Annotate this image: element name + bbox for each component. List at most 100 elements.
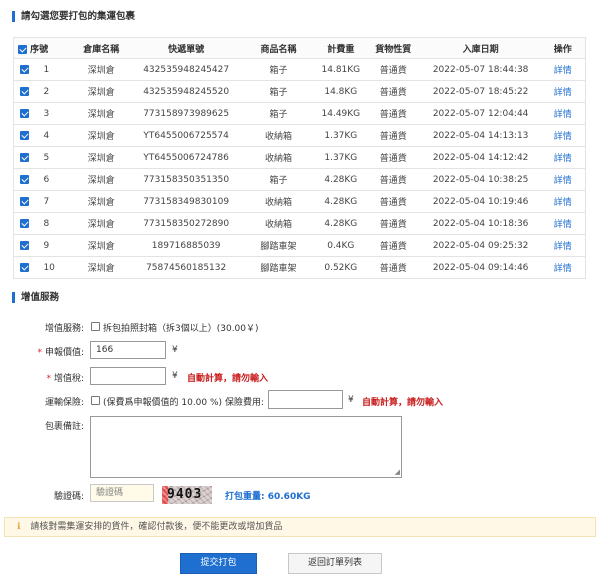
row-seq: 7 xyxy=(43,190,72,213)
section-title-value-added: 增值服務 xyxy=(12,292,59,303)
row-nature: 普通貨 xyxy=(365,58,421,81)
captcha-image[interactable]: 9403 xyxy=(162,486,212,504)
row-date: 2022-05-04 14:12:42 xyxy=(420,146,541,169)
header-nature: 貨物性質 xyxy=(365,37,421,59)
declared-value-label: * 申報價值: xyxy=(37,348,84,358)
row-detail-link[interactable]: 詳情 xyxy=(554,176,572,186)
row-detail-link[interactable]: 詳情 xyxy=(554,154,572,164)
row-detail-link[interactable]: 詳情 xyxy=(554,132,572,142)
back-to-orders-button[interactable]: 返回訂單列表 xyxy=(288,553,382,574)
row-product: 收納箱 xyxy=(241,212,316,235)
submit-pack-button[interactable]: 提交打包 xyxy=(180,553,257,574)
header-tracking: 快遞單號 xyxy=(131,37,242,59)
service-label: 增值服務: xyxy=(44,324,84,334)
tax-label: * 增值稅: xyxy=(46,374,84,384)
parcel-table: 序號 倉庫名稱 快遞單號 商品名稱 計費重 貨物性質 入庫日期 操作 1 深圳倉… xyxy=(13,37,586,279)
header-weight: 計費重 xyxy=(315,37,366,59)
row-seq: 1 xyxy=(43,58,72,81)
row-date: 2022-05-04 10:18:36 xyxy=(420,212,541,235)
row-seq: 6 xyxy=(43,168,72,191)
row-date: 2022-05-04 10:38:25 xyxy=(420,168,541,191)
insurance-fee-label: 保險費用: xyxy=(225,398,265,408)
row-nature: 普通貨 xyxy=(365,234,421,257)
row-product: 收納箱 xyxy=(241,190,316,213)
row-detail-link[interactable]: 詳情 xyxy=(554,110,572,120)
row-tracking: YT6455006725574 xyxy=(131,124,242,147)
row-detail-link[interactable]: 詳情 xyxy=(554,242,572,252)
pack-weight: 打包重量: 60.60KG xyxy=(225,492,311,502)
table-row: 9 深圳倉 189716885039 腳踏車架 0.4KG 普通貨 2022-0… xyxy=(13,234,586,257)
tax-input[interactable] xyxy=(90,367,166,385)
row-seq: 9 xyxy=(43,234,72,257)
row-detail-link[interactable]: 詳情 xyxy=(554,220,572,230)
resize-handle-icon[interactable]: ◢ xyxy=(395,469,400,476)
row-checkbox[interactable] xyxy=(20,240,29,250)
row-tracking: 773158350272890 xyxy=(131,212,242,235)
row-warehouse: 深圳倉 xyxy=(71,168,132,191)
row-detail-link[interactable]: 詳情 xyxy=(554,264,572,274)
row-tracking: 773158349830109 xyxy=(131,190,242,213)
row-checkbox[interactable] xyxy=(20,218,29,228)
row-checkbox[interactable] xyxy=(20,64,29,74)
insurance-checkbox[interactable] xyxy=(91,396,100,405)
row-tracking: 773158973989625 xyxy=(131,102,242,125)
remark-textarea[interactable]: ◢ xyxy=(90,416,402,478)
remark-label: 包裹備註: xyxy=(44,422,84,432)
row-warehouse: 深圳倉 xyxy=(71,234,132,257)
row-detail-link[interactable]: 詳情 xyxy=(554,88,572,98)
row-warehouse: 深圳倉 xyxy=(71,146,132,169)
table-row: 4 深圳倉 YT6455006725574 收納箱 1.37KG 普通貨 202… xyxy=(13,124,586,147)
row-checkbox[interactable] xyxy=(20,108,29,118)
row-seq: 8 xyxy=(43,212,72,235)
row-tracking: 432535948245520 xyxy=(131,80,242,103)
row-tracking: 773158350351350 xyxy=(131,168,242,191)
select-all-checkbox[interactable] xyxy=(18,44,27,54)
row-nature: 普通貨 xyxy=(365,212,421,235)
row-weight: 14.8KG xyxy=(315,80,366,103)
service-option-text: 拆包拍照封箱（拆3個以上）(30.00￥) xyxy=(103,324,259,334)
row-checkbox[interactable] xyxy=(20,152,29,162)
row-nature: 普通貨 xyxy=(365,102,421,125)
table-row: 2 深圳倉 432535948245520 箱子 14.8KG 普通貨 2022… xyxy=(13,80,586,103)
table-row: 1 深圳倉 432535948245427 箱子 14.81KG 普通貨 202… xyxy=(13,58,586,81)
row-checkbox[interactable] xyxy=(20,86,29,96)
row-weight: 4.28KG xyxy=(315,190,366,213)
info-icon: ℹ xyxy=(17,522,21,532)
tax-currency: ¥ xyxy=(172,371,178,381)
row-nature: 普通貨 xyxy=(365,190,421,213)
row-detail-link[interactable]: 詳情 xyxy=(554,198,572,208)
row-warehouse: 深圳倉 xyxy=(71,256,132,279)
header-warehouse: 倉庫名稱 xyxy=(71,37,132,59)
table-row: 7 深圳倉 773158349830109 收納箱 4.28KG 普通貨 202… xyxy=(13,190,586,213)
section-title-parcels: 請勾選您要打包的集運包裹 xyxy=(12,11,135,22)
insurance-fee-input[interactable] xyxy=(268,390,343,409)
row-checkbox[interactable] xyxy=(20,130,29,140)
table-row: 3 深圳倉 773158973989625 箱子 14.49KG 普通貨 202… xyxy=(13,102,586,125)
row-detail-link[interactable]: 詳情 xyxy=(554,66,572,76)
row-date: 2022-05-04 14:13:13 xyxy=(420,124,541,147)
captcha-input[interactable]: 驗證碼 xyxy=(90,484,154,502)
row-nature: 普通貨 xyxy=(365,124,421,147)
row-date: 2022-05-04 10:19:46 xyxy=(420,190,541,213)
header-product: 商品名稱 xyxy=(241,37,316,59)
row-warehouse: 深圳倉 xyxy=(71,190,132,213)
table-header-row: 序號 倉庫名稱 快遞單號 商品名稱 計費重 貨物性質 入庫日期 操作 xyxy=(13,37,586,59)
row-product: 收納箱 xyxy=(241,124,316,147)
header-action: 操作 xyxy=(540,37,586,59)
tax-auto-calc-note: 自動計算，請勿輸入 xyxy=(187,374,269,384)
row-product: 箱子 xyxy=(241,168,316,191)
declared-value-input[interactable]: 166 xyxy=(90,341,166,359)
table-row: 8 深圳倉 773158350272890 收納箱 4.28KG 普通貨 202… xyxy=(13,212,586,235)
row-seq: 3 xyxy=(43,102,72,125)
row-checkbox[interactable] xyxy=(20,262,29,272)
row-product: 箱子 xyxy=(241,80,316,103)
notice-text: 請核對需集運安排的貨件，確認付款後，便不能更改或增加貨品 xyxy=(30,522,283,532)
row-weight: 14.81KG xyxy=(315,58,366,81)
row-checkbox[interactable] xyxy=(20,174,29,184)
row-product: 腳踏車架 xyxy=(241,256,316,279)
row-product: 箱子 xyxy=(241,58,316,81)
service-checkbox[interactable] xyxy=(91,322,100,331)
row-checkbox[interactable] xyxy=(20,196,29,206)
row-warehouse: 深圳倉 xyxy=(71,212,132,235)
row-tracking: YT6455006724786 xyxy=(131,146,242,169)
